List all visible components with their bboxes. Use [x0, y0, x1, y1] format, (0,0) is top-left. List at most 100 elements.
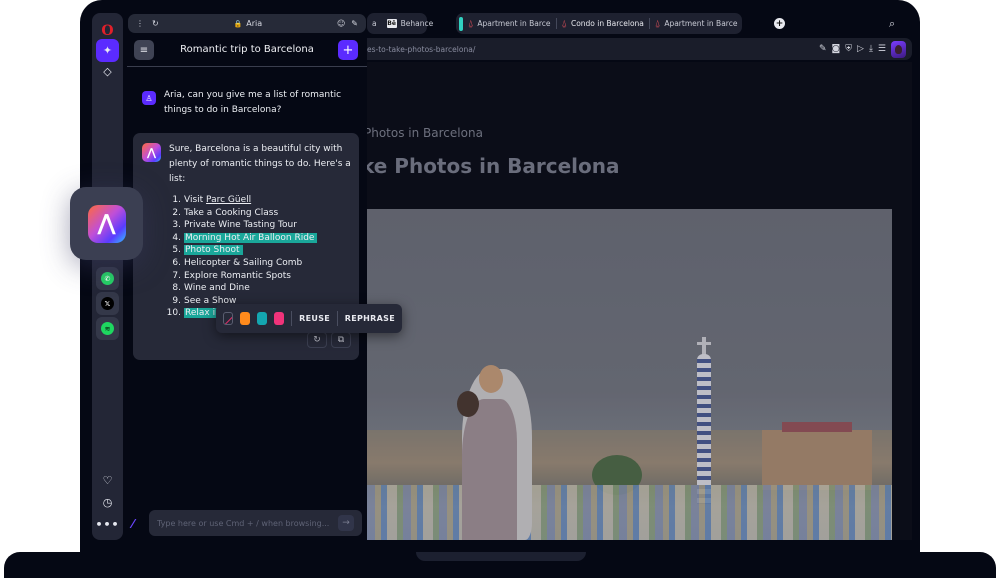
page-subtitle: Photos in Barcelona — [367, 126, 483, 140]
more-dots-icon: ••• — [95, 518, 120, 531]
airbnb-icon: ⍙ — [468, 18, 474, 29]
reuse-button[interactable]: REUSE — [299, 314, 330, 323]
whatsapp-button[interactable]: ✆ — [96, 267, 119, 290]
heart-icon: ♡ — [102, 474, 113, 487]
kebab-menu-icon[interactable]: ⋮ — [136, 19, 144, 28]
x-twitter-button[interactable]: 𝕏 — [96, 292, 119, 315]
toolbar-divider — [291, 311, 293, 326]
panel-bar-title: Aria — [246, 19, 263, 28]
rephrase-button[interactable]: REPHRASE — [345, 314, 395, 323]
profile-avatar[interactable] — [891, 40, 906, 58]
couple-photo — [367, 209, 892, 540]
aria-sparkle-icon: ✦ — [102, 44, 113, 57]
tab-label: Apartment in Barce — [477, 19, 551, 28]
panel-titlebar: ⋮ ↻ 🔒 Aria ☺ ✎ — [128, 14, 366, 33]
aria-panel: ⋮ ↻ 🔒 Aria ☺ ✎ ≡ Romantic trip to Barcel… — [127, 13, 367, 540]
emoji-icon[interactable]: ☺ — [337, 19, 345, 28]
ai-intro-text: Sure, Barcelona is a beautiful city with… — [169, 144, 351, 184]
send-button[interactable]: → — [338, 515, 354, 531]
behance-icon: Bē — [386, 19, 397, 28]
chat-input[interactable] — [157, 518, 338, 528]
list-item: 3. Private Wine Tasting Tour — [165, 219, 317, 232]
magic-wand-icon[interactable]: ⁄ — [132, 517, 134, 531]
list-item: 7. Explore Romantic Spots — [165, 270, 317, 283]
whatsapp-icon: ✆ — [101, 272, 114, 285]
chat-composer: → — [149, 510, 362, 536]
camera-icon[interactable]: ◙ — [832, 44, 841, 54]
pin-icon[interactable]: ✎ — [351, 19, 358, 28]
teal-swatch[interactable] — [257, 312, 268, 325]
toolbar-icons: ✎ ◙ ⛨ ▷ ⤓ ☰ — [819, 40, 912, 58]
shield-icon[interactable]: ⛨ — [845, 44, 852, 54]
more-button[interactable]: ••• — [95, 513, 120, 536]
list-number: 7. — [172, 270, 181, 281]
edit-icon[interactable]: ✎ — [819, 44, 827, 54]
plus-icon: + — [775, 18, 784, 29]
list-text: Wine and Dine — [184, 283, 250, 294]
spotify-button[interactable]: ≋ — [96, 317, 119, 340]
list-number: 1. — [172, 195, 181, 205]
photo-shade — [367, 209, 892, 540]
tab-behance[interactable]: Bē Behance — [382, 13, 439, 34]
ai-actions: ↻ ⧉ — [307, 332, 351, 348]
pink-swatch[interactable] — [274, 312, 285, 325]
search-tabs-button[interactable]: ⌕ — [889, 17, 895, 31]
send-icon[interactable]: ▷ — [857, 44, 864, 54]
tab-group-2: ⍙ Apartment in Barce ⍙ Condo in Barcelona … — [456, 13, 743, 34]
list-number: 9. — [172, 295, 181, 306]
user-message: ♙ Aria, can you give me a list of romant… — [142, 88, 362, 118]
list-number: 3. — [172, 220, 181, 231]
list-item: 2. Take a Cooking Class — [165, 207, 317, 220]
list-number: 6. — [172, 257, 181, 268]
plus-icon: + — [342, 42, 354, 58]
tab-apartment-1[interactable]: ⍙ Apartment in Barce — [463, 13, 556, 34]
new-chat-button[interactable]: + — [338, 40, 358, 60]
add-tab-button[interactable]: + — [774, 18, 785, 29]
airbnb-icon: ⍙ — [654, 18, 661, 29]
chat-menu-button[interactable]: ≡ — [134, 40, 154, 60]
regenerate-icon: ↻ — [313, 335, 321, 345]
hamburger-icon: ≡ — [139, 44, 149, 56]
list-item: 5. Photo Shoot — [165, 244, 317, 257]
laptop-notch — [416, 552, 586, 561]
orange-swatch[interactable] — [240, 312, 251, 325]
aria-avatar-icon: ⋀ — [142, 143, 161, 162]
url-text[interactable]: es-to-take-photos-barcelona/ — [367, 45, 819, 54]
tab-label: Behance — [400, 19, 434, 28]
airbnb-icon: ⍙ — [561, 18, 567, 29]
tab-group-1: a Bē Behance — [367, 13, 433, 34]
clock-icon: ◷ — [102, 496, 113, 509]
highlighted-text: Morning Hot Air Balloon Ride — [184, 232, 318, 243]
search-icon: ⌕ — [889, 17, 896, 30]
address-bar[interactable]: es-to-take-photos-barcelona/ ✎ ◙ ⛨ ▷ ⤓ ☰ — [367, 38, 912, 60]
diamond-button[interactable]: ◇ — [96, 60, 119, 83]
list-text: Take a Cooking Class — [184, 207, 279, 218]
aria-floating-badge[interactable]: ⋀ — [70, 187, 143, 260]
tab-label: Apartment in Barce — [664, 19, 738, 28]
copy-button[interactable]: ⧉ — [331, 332, 351, 348]
download-icon[interactable]: ⤓ — [869, 44, 873, 54]
reload-icon[interactable]: ↻ — [152, 19, 159, 28]
diamond-icon: ◇ — [103, 65, 112, 78]
spotify-icon: ≋ — [101, 322, 114, 335]
arrow-right-icon: → — [342, 518, 350, 528]
list-text: Visit — [184, 195, 207, 205]
list-item: 1. Visit Parc Güell — [165, 194, 317, 207]
list-link[interactable]: Parc Güell — [206, 195, 251, 205]
list-item: 4. Morning Hot Air Balloon Ride — [165, 232, 318, 245]
settings-icon[interactable]: ☰ — [878, 44, 886, 54]
tab-apartment-2[interactable]: ⍙ Apartment in Barce — [650, 13, 743, 34]
tab-condo[interactable]: ⍙ Condo in Barcelona — [557, 13, 649, 34]
chat-header: ≡ Romantic trip to Barcelona + — [127, 39, 367, 67]
lock-icon: 🔒 — [233, 19, 243, 28]
heart-button[interactable]: ♡ — [96, 469, 119, 492]
tab[interactable]: a — [367, 13, 382, 34]
list-text: Explore Romantic Spots — [184, 270, 291, 281]
history-button[interactable]: ◷ — [96, 491, 119, 514]
list-number: 5. — [172, 245, 181, 256]
no-color-swatch[interactable] — [223, 312, 234, 325]
regenerate-button[interactable]: ↻ — [307, 332, 327, 348]
aria-sidebar-button[interactable]: ✦ — [96, 39, 119, 62]
list-item: 8. Wine and Dine — [165, 282, 317, 295]
list-number: 10. — [166, 308, 181, 319]
